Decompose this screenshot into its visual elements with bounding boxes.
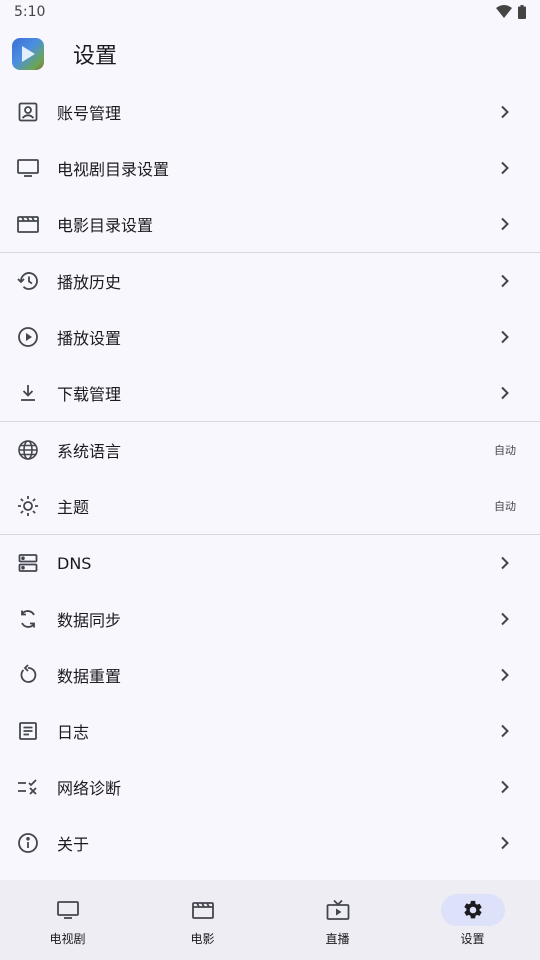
settings-item-data-sync[interactable]: 数据同步 [0, 591, 540, 647]
settings-item-value: 自动 [494, 444, 516, 457]
gear-icon [440, 893, 505, 926]
settings-item-download-manager[interactable]: 下载管理 [0, 365, 540, 421]
wifi-icon [496, 5, 512, 19]
settings-item-dns[interactable]: DNS [0, 535, 540, 591]
chevron-right-icon [500, 161, 510, 175]
settings-item-label: 电影目录设置 [57, 216, 154, 235]
nav-item-movie[interactable]: 电影 [135, 880, 270, 960]
page-title: 设置 [73, 44, 118, 69]
settings-item-theme[interactable]: 主题 自动 [0, 478, 540, 534]
app-logo-icon [12, 38, 44, 70]
dns-icon [16, 551, 40, 575]
live-tv-icon [306, 894, 370, 926]
nav-item-tv-series[interactable]: 电视剧 [0, 880, 135, 960]
settings-item-label: 播放历史 [57, 273, 122, 292]
settings-item-account[interactable]: 账号管理 [0, 84, 540, 140]
settings-item-label: 网络诊断 [57, 779, 122, 798]
status-bar: 5:10 [0, 0, 540, 24]
history-icon [16, 269, 40, 293]
settings-item-label: 关于 [57, 835, 90, 854]
settings-list: 账号管理 电视剧目录设置 电影目录设置 播放历史 播放设置 下载管理 系统语言 … [0, 84, 540, 871]
info-icon [16, 831, 40, 855]
settings-item-language[interactable]: 系统语言 自动 [0, 422, 540, 478]
settings-item-label: DNS [57, 553, 92, 573]
settings-item-movie-directory[interactable]: 电影目录设置 [0, 196, 540, 252]
status-time: 5:10 [14, 4, 46, 20]
settings-item-label: 电视剧目录设置 [57, 160, 170, 179]
sync-icon [16, 607, 40, 631]
chevron-right-icon [500, 330, 510, 344]
nav-label: 电影 [190, 931, 215, 946]
chevron-right-icon [500, 668, 510, 682]
settings-item-label: 数据同步 [57, 611, 122, 630]
bottom-navigation: 电视剧 电影 直播 设置 [0, 880, 540, 960]
settings-item-label: 主题 [57, 498, 90, 517]
status-icons [496, 5, 526, 19]
settings-item-tv-directory[interactable]: 电视剧目录设置 [0, 140, 540, 196]
settings-item-label: 系统语言 [57, 442, 122, 461]
chevron-right-icon [500, 724, 510, 738]
chevron-right-icon [500, 612, 510, 626]
account-box-icon [16, 100, 40, 124]
chevron-right-icon [500, 386, 510, 400]
app-bar: 设置 [0, 24, 540, 84]
chevron-right-icon [500, 274, 510, 288]
nav-label: 设置 [460, 931, 485, 946]
settings-item-play-settings[interactable]: 播放设置 [0, 309, 540, 365]
chevron-right-icon [500, 556, 510, 570]
battery-icon [518, 5, 526, 19]
nav-item-live[interactable]: 直播 [270, 880, 405, 960]
settings-item-data-reset[interactable]: 数据重置 [0, 647, 540, 703]
brightness-icon [16, 494, 40, 518]
settings-item-value: 自动 [494, 500, 516, 513]
settings-item-play-history[interactable]: 播放历史 [0, 253, 540, 309]
globe-icon [16, 438, 40, 462]
movie-icon [16, 212, 40, 236]
chevron-right-icon [500, 105, 510, 119]
nav-item-settings[interactable]: 设置 [405, 880, 540, 960]
nav-label: 直播 [325, 931, 350, 946]
diagnosis-icon [16, 775, 40, 799]
settings-item-log[interactable]: 日志 [0, 703, 540, 759]
chevron-right-icon [500, 836, 510, 850]
settings-item-label: 日志 [57, 723, 90, 742]
chevron-right-icon [500, 780, 510, 794]
settings-item-about[interactable]: 关于 [0, 815, 540, 871]
nav-label: 电视剧 [49, 931, 86, 946]
tv-icon [16, 156, 40, 180]
movie-icon [171, 894, 235, 926]
play-circle-icon [16, 325, 40, 349]
settings-item-network-diagnosis[interactable]: 网络诊断 [0, 759, 540, 815]
settings-item-label: 播放设置 [57, 329, 122, 348]
chevron-right-icon [500, 217, 510, 231]
settings-item-label: 下载管理 [57, 385, 122, 404]
reset-icon [16, 663, 40, 687]
log-icon [16, 719, 40, 743]
settings-item-label: 数据重置 [57, 667, 122, 686]
download-icon [16, 381, 40, 405]
tv-icon [36, 894, 100, 926]
settings-item-label: 账号管理 [57, 104, 122, 123]
